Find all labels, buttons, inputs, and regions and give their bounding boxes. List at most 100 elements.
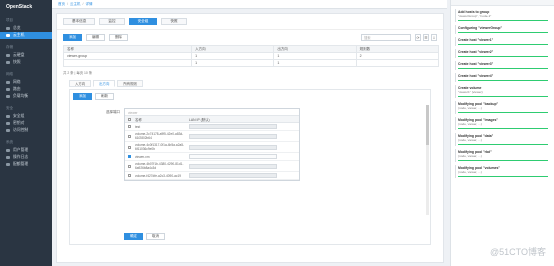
activity-subtitle: (node, viewer, ...) (458, 122, 482, 126)
tab[interactable]: 监控 (99, 18, 125, 25)
breadcrumb-item[interactable]: 首页 (58, 2, 65, 7)
menu-item-icon (6, 149, 10, 152)
port-row[interactable]: volume-2c74178-a9f5-42e0-a83d-61f2802b64 (125, 131, 299, 142)
row-checkbox-cell (125, 155, 133, 158)
columns-icon[interactable]: ☰ (423, 34, 429, 41)
tab[interactable]: 快照 (161, 18, 187, 25)
edit-button[interactable]: 编辑 (86, 34, 105, 41)
port-row[interactable]: volume-4b07f1b-4380-4290-81d1-6a926b8a4c… (125, 161, 299, 172)
sidebar-item[interactable]: 总览 (0, 25, 52, 32)
sidebar-item[interactable]: 网络 (0, 79, 52, 86)
table-footer: 共 2 条 | 每页 10 条 (63, 71, 93, 75)
breadcrumb-item[interactable]: 云主机 (70, 2, 81, 7)
add-button[interactable]: 添加 (63, 34, 82, 41)
rule-tab[interactable]: 出方向 (93, 80, 116, 87)
security-group-table: 名称 入方向 出方向 规则数 viewer-group 1 1 2 1 1 (62, 45, 440, 67)
sidebar-item[interactable]: 负载均衡 (0, 93, 52, 100)
sidebar-item-label: 总览 (13, 26, 21, 30)
form-label: 选择端口 (106, 110, 120, 114)
table-row[interactable]: viewer-group 1 1 2 (62, 52, 440, 60)
sidebar-item[interactable]: 快照 (0, 59, 52, 66)
sidebar-item[interactable]: 密钥对 (0, 120, 52, 127)
refresh-icon[interactable]: ⟳ (415, 34, 421, 41)
activity-progress (458, 175, 548, 177)
sidebar-item[interactable]: 操作日志 (0, 154, 52, 161)
delete-button[interactable]: 删除 (109, 34, 128, 41)
ip-cell (187, 133, 287, 139)
activity-progress (458, 159, 548, 161)
activity-subtitle: (node, viewer, ...) (458, 170, 482, 174)
ip-input[interactable] (189, 124, 277, 129)
nav-group-title: 安全 (6, 106, 13, 110)
ip-input[interactable] (189, 173, 277, 178)
port-picker: viewer 名称 LAN IP (默认) test volume-2c74178… (124, 108, 300, 181)
ip-cell (187, 154, 287, 159)
ip-input[interactable] (189, 133, 277, 139)
sidebar-item-label: 快照 (13, 60, 21, 64)
nav-group: 网络 网络 路由 负载均衡 (0, 68, 52, 102)
activity-item: Modifying pool "rbd" (node, viewer, ...) (455, 149, 550, 162)
sidebar-item[interactable]: 访问控制 (0, 127, 52, 134)
port-row[interactable]: viewer-vm (125, 153, 299, 161)
cancel-button[interactable]: 取消 (146, 233, 165, 240)
sidebar-item[interactable]: 云主机 (0, 32, 52, 39)
sidebar-item[interactable]: 安全组 (0, 113, 52, 120)
submit-button[interactable]: 确定 (124, 233, 143, 240)
ip-input[interactable] (189, 163, 277, 169)
row-checkbox[interactable] (127, 125, 131, 128)
row-checkbox[interactable] (127, 134, 131, 138)
activity-item: Modifying pool "images" (node, viewer, ..… (455, 117, 550, 130)
picker-search-input[interactable]: viewer (125, 109, 299, 116)
sidebar-item-label: 操作日志 (13, 155, 29, 159)
ip-input[interactable] (189, 154, 277, 159)
row-checkbox[interactable] (127, 145, 131, 149)
menu-item-icon (6, 129, 10, 132)
picker-scrollbar[interactable] (426, 105, 429, 215)
menu-item-icon (6, 156, 10, 159)
nav-group-title: 项目 (6, 18, 13, 22)
rule-tab[interactable]: 所有规则 (117, 80, 143, 87)
row-checkbox-cell (125, 125, 133, 128)
port-name: volume-4b07f1b-4380-4290-81d1-6a926b8a4c… (135, 162, 184, 170)
table-cell: 1 (273, 59, 357, 67)
port-row[interactable]: volume-f427dfe-a2c3-4090-ac19 (125, 172, 299, 180)
export-icon[interactable]: ⇩ (431, 34, 437, 41)
row-checkbox[interactable] (127, 155, 131, 158)
table-header: 入方向 (191, 45, 275, 53)
nav-group-title: 网络 (6, 72, 13, 76)
sidebar-item-label: 负载均衡 (13, 94, 29, 98)
activity-title: Create host "viewer2" (458, 50, 494, 54)
sidebar-item-label: 密钥对 (13, 121, 25, 125)
menu-item-icon (6, 95, 10, 98)
ip-input[interactable] (189, 144, 277, 150)
ip-cell (187, 163, 287, 169)
col-ip: LAN IP (默认) (189, 117, 210, 122)
tab[interactable]: 安全组 (128, 18, 158, 25)
rule-add-button[interactable]: 添加 (73, 93, 92, 100)
port-row[interactable]: volume-4c0f1317-0f1a-4b5a-a2a5-6f11036c9… (125, 142, 299, 153)
tab[interactable]: 基本信息 (63, 18, 96, 25)
activity-title: Create host "viewer3" (458, 62, 494, 66)
breadcrumb-item[interactable]: 详情 (85, 2, 92, 7)
sidebar-item[interactable]: 配额管理 (0, 161, 52, 168)
table-toolbar: 添加 编辑 删除 搜索 ⟳ ☰ ⇩ (57, 30, 443, 45)
port-row[interactable]: test (125, 123, 299, 131)
sidebar-item[interactable]: 云硬盘 (0, 52, 52, 59)
row-checkbox[interactable] (127, 174, 131, 177)
select-all-checkbox[interactable] (127, 117, 131, 121)
table-cell: 1 (273, 52, 357, 60)
row-checkbox-cell (125, 145, 133, 149)
rule-tab[interactable]: 入方向 (69, 80, 92, 87)
table-cell: viewer-group (62, 52, 193, 60)
row-checkbox[interactable] (127, 164, 131, 168)
ip-cell (187, 124, 287, 129)
table-cell: 1 (191, 59, 275, 67)
table-row[interactable]: 11 (62, 59, 440, 67)
rule-tabs: 入方向 出方向 所有规则 (57, 78, 443, 89)
activity-subtitle: (node, viewer, ...) (458, 106, 482, 110)
table-header: 名称 (62, 45, 193, 53)
sidebar-item[interactable]: 用户管理 (0, 147, 52, 154)
rule-refresh-button[interactable]: 刷新 (95, 93, 114, 100)
search-input[interactable]: 搜索 (361, 34, 411, 41)
sidebar-item[interactable]: 路由 (0, 86, 52, 93)
